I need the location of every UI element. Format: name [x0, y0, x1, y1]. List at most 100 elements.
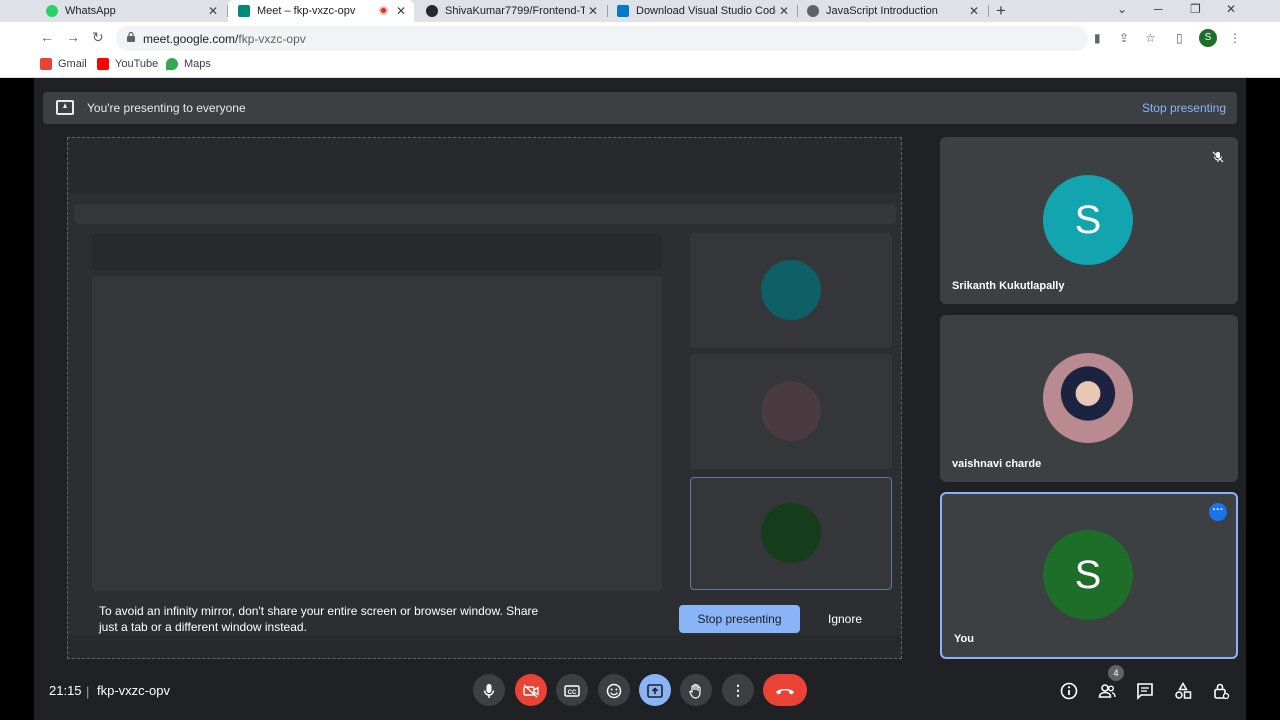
bookmark-youtube[interactable]: YouTube — [97, 58, 158, 70]
infinity-mirror-warning: To avoid an infinity mirror, don't share… — [99, 604, 539, 634]
tab-title: Download Visual Studio Code - M — [636, 5, 776, 17]
meeting-details-button[interactable] — [1060, 682, 1078, 700]
participant-name: vaishnavi charde — [952, 458, 1042, 470]
mirror-avatar — [761, 260, 821, 320]
share-icon[interactable]: ⇪ — [1119, 31, 1129, 45]
leave-call-button[interactable] — [763, 674, 807, 706]
more-options-button[interactable]: ⋮ — [722, 674, 754, 706]
participant-count-badge: 4 — [1108, 665, 1124, 681]
participant-name: You — [954, 633, 974, 645]
mirror-taskbar — [68, 635, 901, 658]
emoji-button[interactable] — [598, 674, 630, 706]
camera-in-use-icon[interactable]: ▮ — [1094, 31, 1101, 45]
activities-icon — [1175, 682, 1192, 699]
browser-toolbar: ← → ↻ meet.google.com/fkp-vxzc-opv ▮ ⇪ ☆… — [0, 22, 1280, 54]
mirror-inner-chrome — [92, 234, 662, 270]
captions-button[interactable]: CC — [556, 674, 588, 706]
avatar: S — [1043, 175, 1133, 265]
side-panel-icon[interactable]: ▯ — [1176, 31, 1183, 45]
stop-presenting-button[interactable]: Stop presenting — [679, 605, 800, 633]
emoji-icon — [606, 684, 622, 699]
shared-screen-preview — [67, 137, 902, 659]
more-options-icon: ⋮ — [731, 682, 745, 698]
whatsapp-icon — [46, 5, 58, 17]
stop-presenting-link[interactable]: Stop presenting — [1142, 101, 1226, 115]
ignore-button[interactable]: Ignore — [828, 612, 862, 626]
mirror-avatar — [761, 381, 821, 441]
more-options-icon[interactable]: ··· — [1209, 503, 1227, 521]
participant-tile[interactable]: vaishnavi charde — [940, 315, 1238, 482]
close-tab-icon[interactable]: ✕ — [208, 4, 218, 18]
maps-icon — [166, 58, 178, 70]
bookmarks-bar: Gmail YouTube Maps — [0, 54, 1280, 78]
close-window-icon[interactable]: ✕ — [1226, 2, 1236, 16]
mirror-avatar — [761, 503, 821, 563]
tab-github[interactable]: ShivaKumar7799/Frontend-Third ✕ — [416, 0, 606, 22]
forward-icon[interactable]: → — [66, 29, 80, 45]
avatar-photo — [1043, 353, 1133, 443]
mic-icon — [483, 684, 495, 699]
url-text: meet.google.com/fkp-vxzc-opv — [143, 32, 306, 46]
bookmark-maps[interactable]: Maps — [166, 58, 211, 70]
profile-avatar[interactable]: S — [1199, 29, 1217, 47]
microphone-button[interactable] — [473, 674, 505, 706]
camera-button[interactable] — [515, 674, 547, 706]
menu-icon[interactable]: ⋮ — [1229, 31, 1241, 45]
present-icon — [647, 684, 663, 699]
tab-title: ShivaKumar7799/Frontend-Third — [445, 5, 585, 17]
mirror-banner — [74, 204, 896, 224]
svg-text:CC: CC — [568, 690, 577, 696]
presenting-text: You're presenting to everyone — [87, 101, 246, 115]
tab-search-icon[interactable]: ⌄ — [1117, 2, 1127, 16]
bookmark-gmail[interactable]: Gmail — [40, 58, 87, 70]
tab-meet[interactable]: Meet – fkp-vxzc-opv ✕ — [228, 0, 414, 22]
participant-name: Srikanth Kukutlapally — [952, 280, 1065, 292]
minimize-icon[interactable]: ─ — [1154, 2, 1163, 16]
people-button[interactable] — [1098, 682, 1116, 700]
presenting-banner: You're presenting to everyone Stop prese… — [43, 92, 1237, 124]
new-tab-icon[interactable]: + — [996, 1, 1006, 21]
participant-tile[interactable]: S Srikanth Kukutlapally — [940, 137, 1238, 304]
tab-title: Meet – fkp-vxzc-opv — [257, 5, 356, 17]
meeting-code: fkp-vxzc-opv — [97, 683, 170, 698]
host-controls-button[interactable] — [1212, 682, 1230, 700]
tab-whatsapp[interactable]: WhatsApp ✕ — [36, 0, 226, 22]
mic-off-icon — [1212, 151, 1224, 163]
info-icon — [1060, 682, 1078, 700]
vscode-icon — [617, 5, 629, 17]
raise-hand-button[interactable] — [680, 674, 712, 706]
avatar: S — [1043, 530, 1133, 620]
back-icon[interactable]: ← — [40, 29, 54, 45]
address-bar[interactable]: meet.google.com/fkp-vxzc-opv — [116, 26, 1088, 51]
clock: 21:15 — [49, 683, 82, 698]
tab-title: WhatsApp — [65, 5, 116, 17]
host-controls-icon — [1214, 683, 1230, 700]
recording-icon — [379, 6, 388, 15]
captions-icon: CC — [564, 685, 580, 698]
github-icon — [426, 5, 438, 17]
camera-off-icon — [523, 684, 539, 698]
tab-javascript[interactable]: JavaScript Introduction ✕ — [797, 0, 987, 22]
globe-icon — [807, 5, 819, 17]
tab-title: JavaScript Introduction — [826, 5, 938, 17]
meet-icon — [238, 5, 250, 17]
present-button[interactable] — [639, 674, 671, 706]
present-screen-icon — [56, 100, 74, 115]
close-tab-icon[interactable]: ✕ — [396, 4, 406, 18]
close-tab-icon[interactable]: ✕ — [779, 4, 789, 18]
activities-button[interactable] — [1174, 682, 1192, 700]
people-icon — [1098, 684, 1116, 698]
chat-button[interactable] — [1136, 682, 1154, 700]
tab-strip: WhatsApp ✕ Meet – fkp-vxzc-opv ✕ ShivaKu… — [0, 0, 1280, 22]
bookmark-star-icon[interactable]: ☆ — [1145, 31, 1156, 45]
lock-icon — [127, 32, 135, 42]
chat-icon — [1137, 683, 1153, 700]
restore-icon[interactable]: ❐ — [1190, 2, 1201, 16]
close-tab-icon[interactable]: ✕ — [588, 4, 598, 18]
mirror-browser-chrome — [68, 138, 901, 193]
gmail-icon — [40, 58, 52, 70]
close-tab-icon[interactable]: ✕ — [969, 4, 979, 18]
reload-icon[interactable]: ↻ — [92, 29, 104, 46]
self-tile[interactable]: ··· S You — [940, 492, 1238, 659]
tab-vscode[interactable]: Download Visual Studio Code - M ✕ — [607, 0, 797, 22]
